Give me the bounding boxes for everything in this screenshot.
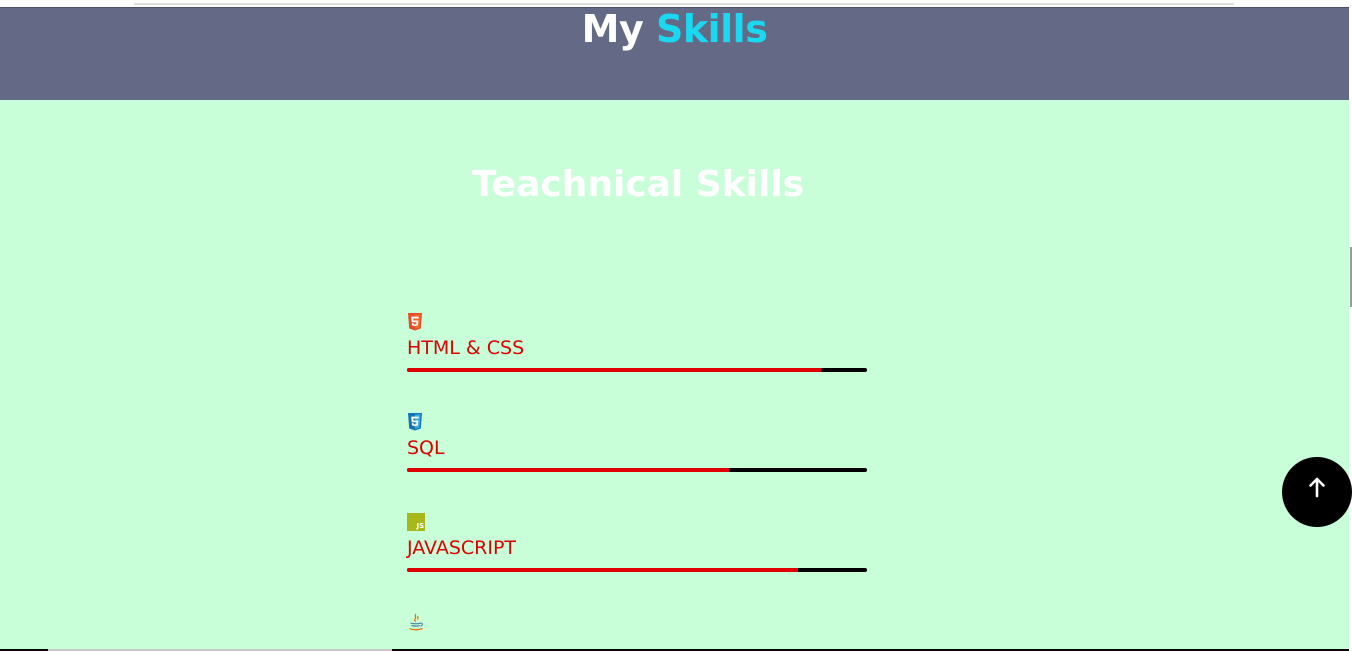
back-to-top-button[interactable] [1282,457,1352,527]
skill-item-sql: SQL [407,413,867,483]
skill-item-javascript: JS JAVASCRIPT [407,513,867,583]
skill-progress-bar [407,568,867,572]
skill-label: SQL [407,437,445,459]
skill-item-java [407,613,867,651]
skill-progress-fill [407,368,821,372]
javascript-icon: JS [407,513,425,531]
skill-progress-fill [407,568,798,572]
page-header: My Skills [0,7,1349,100]
skill-item-html-css: HTML & CSS [407,313,867,383]
page-title-word-2: Skills [655,7,768,51]
arrow-up-icon [1309,477,1325,498]
page-title: My Skills [0,8,1349,50]
skill-progress-bar [407,368,867,372]
html5-icon [407,313,425,331]
svg-text:JS: JS [416,522,425,530]
page-title-word-1: My [581,7,644,51]
skill-label: HTML & CSS [407,337,525,359]
skill-progress-fill [407,468,729,472]
skill-label: JAVASCRIPT [407,537,517,559]
skill-progress-bar [407,468,867,472]
top-strip [0,0,1352,7]
section-title: Teachnical Skills [471,164,805,205]
java-icon [407,613,425,631]
css3-icon [407,413,425,431]
top-strip-divider [134,3,1234,5]
